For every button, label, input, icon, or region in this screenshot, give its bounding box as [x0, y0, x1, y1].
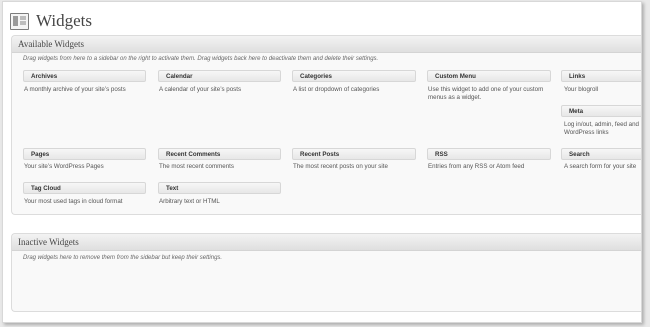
widget-tag-cloud[interactable]: Tag Cloud — [23, 182, 146, 194]
widget-text-description: Arbitrary text or HTML — [159, 198, 220, 205]
widget-custom-menu-description: Use this widget to add one of your custo… — [428, 86, 544, 102]
widget-archives-description: A monthly archive of your site’s posts — [24, 86, 126, 93]
widget-pages[interactable]: Pages — [23, 148, 146, 160]
widget-search[interactable]: Search — [561, 148, 641, 160]
widget-rss[interactable]: RSS — [427, 148, 551, 160]
widget-links-description: Your blogroll — [564, 86, 599, 93]
widget-recent-posts[interactable]: Recent Posts — [292, 148, 416, 160]
available-widgets-panel: Available Widgets Drag widgets from here… — [11, 35, 641, 215]
widget-custom-menu[interactable]: Custom Menu — [427, 70, 551, 82]
widget-calendar-description: A calendar of your site’s posts — [159, 86, 242, 93]
widget-tag-cloud-description: Your most used tags in cloud format — [24, 198, 123, 205]
widget-rss-description: Entries from any RSS or Atom feed — [428, 163, 525, 170]
widget-categories-description: A list or dropdown of categories — [293, 86, 380, 93]
page-title: Widgets — [36, 11, 92, 30]
inactive-widgets-description: Drag widgets here to remove them from th… — [23, 255, 223, 261]
widget-search-description: A search form for your site — [564, 163, 637, 170]
widget-recent-comments-description: The most recent comments — [159, 163, 234, 170]
available-widgets-description: Drag widgets from here to a sidebar on t… — [23, 56, 379, 62]
widget-links[interactable]: Links — [561, 70, 641, 82]
inactive-widgets-heading: Inactive Widgets — [12, 234, 641, 251]
available-widgets-heading: Available Widgets — [12, 36, 641, 53]
widget-text[interactable]: Text — [158, 182, 281, 194]
widget-categories[interactable]: Categories — [292, 70, 416, 82]
widget-recent-posts-description: The most recent posts on your site — [293, 163, 388, 170]
widget-calendar[interactable]: Calendar — [158, 70, 281, 82]
inactive-widgets-panel[interactable]: Inactive Widgets Drag widgets here to re… — [11, 233, 641, 312]
widget-recent-comments[interactable]: Recent Comments — [158, 148, 281, 160]
widgets-screen: Widgets Available Widgets Drag widgets f… — [2, 1, 642, 323]
widget-meta[interactable]: Meta — [561, 105, 641, 117]
widget-meta-description: Log in/out, admin, feed and WordPress li… — [564, 121, 639, 137]
widget-archives[interactable]: Archives — [23, 70, 146, 82]
widgets-icon — [10, 12, 29, 30]
widget-pages-description: Your site’s WordPress Pages — [24, 163, 104, 170]
page-header: Widgets — [10, 10, 92, 32]
